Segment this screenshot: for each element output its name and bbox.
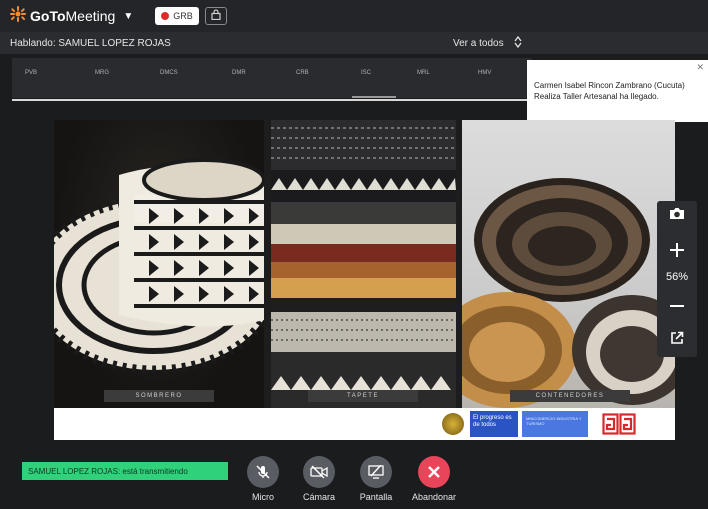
colombia-seal-logo [442,413,464,435]
gotomeeting-logo-icon [10,5,26,27]
record-button[interactable]: GRB [155,7,199,25]
pantalla-button[interactable]: Pantalla [348,456,404,502]
camera-off-icon [303,456,335,488]
tapete-image [271,120,456,408]
app-menu[interactable]: GoTo Meeting ▼ [10,5,134,27]
top-bar: GoTo Meeting ▼ GRB [0,0,708,32]
zoom-level: 56% [665,271,689,283]
micro-label: Micro [252,492,274,502]
mic-off-icon [247,456,279,488]
caption-sombrero: SOMBRERO [104,390,214,402]
snapshot-button[interactable] [657,203,697,229]
progreso-logo: El progreso es de todos [470,411,518,437]
contenedores-image [462,178,675,408]
ministry-logo: MINCOMERCIO INDUSTRIA Y TURISMO [522,411,588,437]
notification-text: Carmen Isabel Rincon Zambrano (Cucuta) R… [534,81,685,101]
view-all-label: Ver a todos [453,37,504,49]
broadcasting-status: SAMUEL LOPEZ ROJAS: está transmitiendo [22,462,228,480]
ruler-item[interactable]: CRB [296,70,309,76]
camara-button[interactable]: Cámara [291,456,347,502]
close-x-icon [418,456,450,488]
view-all-dropdown[interactable]: Ver a todos [453,35,522,51]
record-label: GRB [173,11,193,21]
slide-footer-banner: El progreso es de todos MINCOMERCIO INDU… [54,408,675,440]
caption-tapete: TAPETE [308,390,418,402]
popout-icon [670,331,684,350]
micro-button[interactable]: Micro [235,456,291,502]
zoom-controls: 56% [657,201,697,357]
rug-image-panel: TAPETE [271,120,456,408]
speaking-label: Hablando: SAMUEL LOPEZ ROJAS [10,37,171,49]
gotomeeting-window: GoTo Meeting ▼ GRB Hablando: SAMUEL LOPEZ… [0,0,708,509]
zoom-in-button[interactable] [657,239,697,265]
speaker-bar: Hablando: SAMUEL LOPEZ ROJAS Ver a todos [0,32,708,54]
ruler-item[interactable]: ISC [361,70,371,76]
ruler-item[interactable]: MRG [95,70,109,76]
popout-button[interactable] [657,327,697,353]
hat-image-panel: SOMBRERO [54,120,264,408]
arrival-notification: ✕ Carmen Isabel Rincon Zambrano (Cucuta)… [527,60,708,122]
updown-arrows-icon [514,35,522,51]
lock-icon [211,7,221,25]
bottom-control-bar: SAMUEL LOPEZ ROJAS: está transmitiendo M… [0,452,708,509]
caption-contenedores: CONTENEDORES [510,390,630,402]
shared-screen[interactable]: SOMBRERO TAPETE CONTENEDORES El progreso… [54,120,675,440]
abandonar-label: Abandonar [411,492,457,502]
ruler-item[interactable]: PVB [25,70,37,76]
close-icon[interactable]: ✕ [696,62,704,73]
plus-icon [670,242,684,262]
minus-icon [670,299,684,318]
brand-goto: GoTo [30,8,66,24]
record-dot-icon [161,12,170,20]
ruler-item[interactable]: DMCS [160,70,178,76]
meeting-toolbar-strip: PVB MRG DMCS DMR CRB ISC MRL HMV [12,58,532,98]
ruler-item[interactable]: HMV [478,70,491,76]
screen-share-icon [360,456,392,488]
camera-snapshot-icon [669,207,685,225]
chevron-down-icon: ▼ [123,10,134,22]
zoom-out-button[interactable] [657,295,697,321]
sombrero-image [54,158,264,375]
baskets-image-panel: CONTENEDORES [462,120,675,408]
pantalla-label: Pantalla [359,492,393,502]
active-tab-indicator [352,96,396,98]
ruler-item[interactable]: MRL [417,70,430,76]
artesanias-logo [602,413,636,435]
abandonar-button[interactable]: Abandonar [406,456,462,502]
camara-label: Cámara [302,492,335,502]
lock-meeting-button[interactable] [204,7,227,25]
brand-meeting: Meeting [65,8,116,24]
ruler-item[interactable]: DMR [232,70,246,76]
